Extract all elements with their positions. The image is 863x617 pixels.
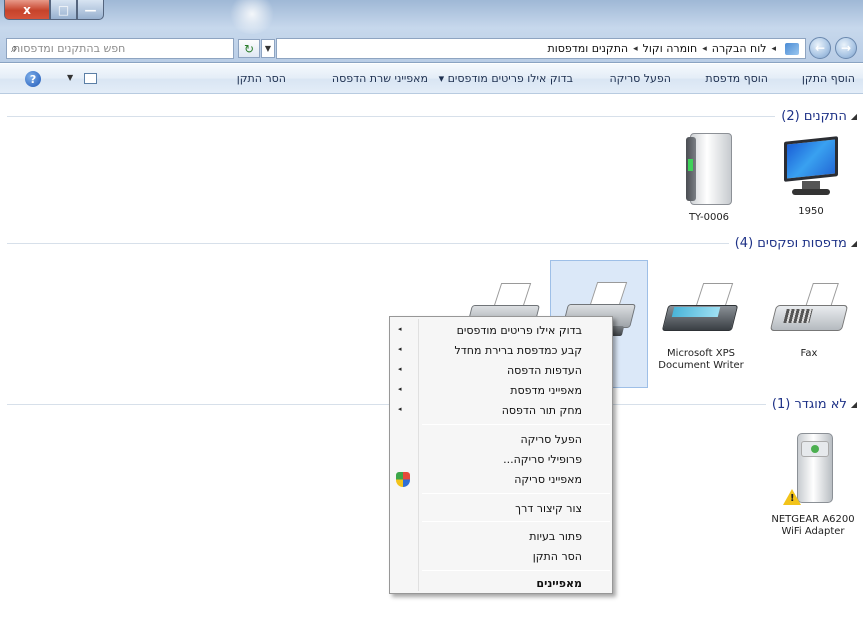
device-drive[interactable]: TY-0006 <box>664 129 754 224</box>
view-options-icon[interactable] <box>84 73 97 84</box>
menu-separator <box>422 493 610 494</box>
menu-item-create-shortcut[interactable]: צור קיצור דרך <box>390 499 612 518</box>
device-xps-writer[interactable]: Microsoft XPS Document Writer <box>656 283 746 383</box>
device-label: 1950 <box>798 206 824 217</box>
menu-item-label: מאפייני מדפסת <box>510 384 582 397</box>
forward-button[interactable]: ← <box>809 37 831 59</box>
print-server-properties-button[interactable]: מאפייני שרת הדפסה <box>332 72 428 85</box>
menu-item-label: מאפייני סריקה <box>514 473 582 486</box>
shield-icon <box>396 472 410 487</box>
search-icon[interactable]: ⌕ <box>11 41 18 56</box>
start-scan-button[interactable]: הפעל סריקה <box>610 72 672 85</box>
menu-item-scan-profiles[interactable]: פרופילי סריקה... <box>390 450 612 469</box>
menu-item-scan-properties[interactable]: מאפייני סריקה <box>390 470 612 489</box>
breadcrumb-chevron-icon[interactable]: ◂ <box>633 44 638 54</box>
menu-item-label: צור קיצור דרך <box>515 502 582 515</box>
view-dropdown-icon[interactable]: ▼ <box>67 73 73 82</box>
breadcrumb-devices-printers[interactable]: התקנים ומדפסות <box>548 42 629 55</box>
collapse-arrow-icon[interactable]: ◢ <box>851 239 857 248</box>
menu-item-set-default[interactable]: קבע כמדפסת ברירת מחדל ◂ <box>390 341 612 360</box>
menu-item-label: מאפיינים <box>536 577 582 590</box>
device-label: NETGEAR A6200 WiFi Adapter <box>771 514 855 537</box>
menu-separator <box>422 521 610 522</box>
address-bar[interactable]: ◂ לוח הבקרה ◂ חומרה וקול ◂ התקנים ומדפסו… <box>276 38 806 59</box>
menu-item-label: פתור בעיות <box>529 530 582 543</box>
wifi-adapter-icon: ! <box>783 431 843 511</box>
close-button[interactable]: x <box>4 0 50 20</box>
menu-item-troubleshoot[interactable]: פתור בעיות <box>390 527 612 546</box>
submenu-arrow-icon: ◂ <box>398 345 402 353</box>
submenu-arrow-icon: ◂ <box>398 385 402 393</box>
address-row: חפש בהתקנים ומדפסות ⌕ ↻ ▼ ◂ לוח הבקרה ◂ … <box>0 36 863 61</box>
group-divider <box>7 115 776 117</box>
maximize-button[interactable]: □ <box>50 0 77 20</box>
group-divider <box>7 403 766 405</box>
submenu-arrow-icon: ◂ <box>398 325 402 333</box>
menu-item-remove-device[interactable]: הסר התקן <box>390 547 612 566</box>
fax-icon <box>769 283 849 345</box>
nav-buttons: → ← <box>805 36 857 60</box>
window-titlebar: x □ — חפש בהתקנים ומדפסות ⌕ ↻ ▼ ◂ לוח הב… <box>0 0 863 63</box>
menu-item-label: מחק תור הדפסה <box>501 404 582 417</box>
external-drive-icon <box>680 129 738 209</box>
breadcrumb-hardware-sound[interactable]: חומרה וקול <box>643 42 698 55</box>
submenu-arrow-icon: ◂ <box>398 365 402 373</box>
menu-item-properties[interactable]: מאפיינים <box>390 574 612 593</box>
search-placeholder: חפש בהתקנים ומדפסות <box>13 42 126 55</box>
back-button[interactable]: → <box>835 37 857 59</box>
see-whats-printing-button[interactable]: בדוק אילו פריטים מודפסים ▾ <box>439 72 573 85</box>
menu-item-see-whats-printing[interactable]: בדוק אילו פריטים מודפסים ◂ <box>390 321 612 340</box>
history-dropdown-button[interactable]: ▼ <box>261 39 275 58</box>
add-device-button[interactable]: הוסף התקן <box>802 72 855 85</box>
help-icon[interactable]: ? <box>25 71 41 87</box>
menu-item-printing-preferences[interactable]: העדפות הדפסה ◂ <box>390 361 612 380</box>
search-input[interactable]: חפש בהתקנים ומדפסות ⌕ <box>6 38 234 59</box>
group-divider <box>7 242 729 244</box>
group-title-devices: התקנים (2) <box>781 108 847 124</box>
device-wifi-adapter[interactable]: ! NETGEAR A6200 WiFi Adapter <box>766 431 860 538</box>
menu-separator <box>422 570 610 571</box>
printer-icon <box>661 283 741 345</box>
submenu-arrow-icon: ◂ <box>398 405 402 413</box>
control-panel-icon <box>785 42 799 55</box>
device-monitor[interactable]: 1950 <box>766 135 856 218</box>
command-bar: הוסף התקן הוסף מדפסת הפעל סריקה בדוק איל… <box>0 64 863 94</box>
device-label: TY-0006 <box>688 212 730 223</box>
breadcrumb-chevron-icon[interactable]: ◂ <box>702 44 707 54</box>
refresh-icon[interactable]: ↻ <box>238 39 260 58</box>
add-printer-button[interactable]: הוסף מדפסת <box>705 72 768 85</box>
menu-item-start-scan[interactable]: הפעל סריקה <box>390 430 612 449</box>
collapse-arrow-icon[interactable]: ◢ <box>851 400 857 409</box>
remove-device-button[interactable]: הסר התקן <box>237 72 286 85</box>
device-label: Microsoft XPS Document Writer <box>658 348 744 371</box>
group-title-unspecified: לא מוגדר (1) <box>771 396 847 412</box>
group-header-printers[interactable]: ◢ מדפסות ופקסים (4) <box>7 234 857 252</box>
menu-item-label: קבע כמדפסת ברירת מחדל <box>454 344 582 357</box>
monitor-icon <box>782 135 840 203</box>
menu-item-label: פרופילי סריקה... <box>503 453 582 466</box>
device-label: Fax <box>800 348 818 359</box>
menu-item-delete-print-queue[interactable]: מחק תור הדפסה ◂ <box>390 401 612 420</box>
group-header-devices[interactable]: ◢ התקנים (2) <box>7 107 857 125</box>
menu-item-printer-properties[interactable]: מאפייני מדפסת ◂ <box>390 381 612 400</box>
collapse-arrow-icon[interactable]: ◢ <box>851 112 857 121</box>
minimize-button[interactable]: — <box>77 0 104 20</box>
menu-item-label: הסר התקן <box>532 550 582 563</box>
breadcrumb-chevron-icon[interactable]: ◂ <box>771 44 776 54</box>
menu-separator <box>422 424 610 425</box>
context-menu: בדוק אילו פריטים מודפסים ◂ קבע כמדפסת בר… <box>389 316 613 594</box>
menu-item-label: בדוק אילו פריטים מודפסים <box>456 324 582 337</box>
menu-item-label: העדפות הדפסה <box>506 364 582 377</box>
breadcrumb-control-panel[interactable]: לוח הבקרה <box>712 42 767 55</box>
caption-buttons: x □ — <box>4 0 104 20</box>
glass-glow <box>228 0 276 34</box>
device-fax[interactable]: Fax <box>764 283 854 383</box>
group-title-printers: מדפסות ופקסים (4) <box>734 235 847 251</box>
menu-item-label: הפעל סריקה <box>520 433 583 446</box>
